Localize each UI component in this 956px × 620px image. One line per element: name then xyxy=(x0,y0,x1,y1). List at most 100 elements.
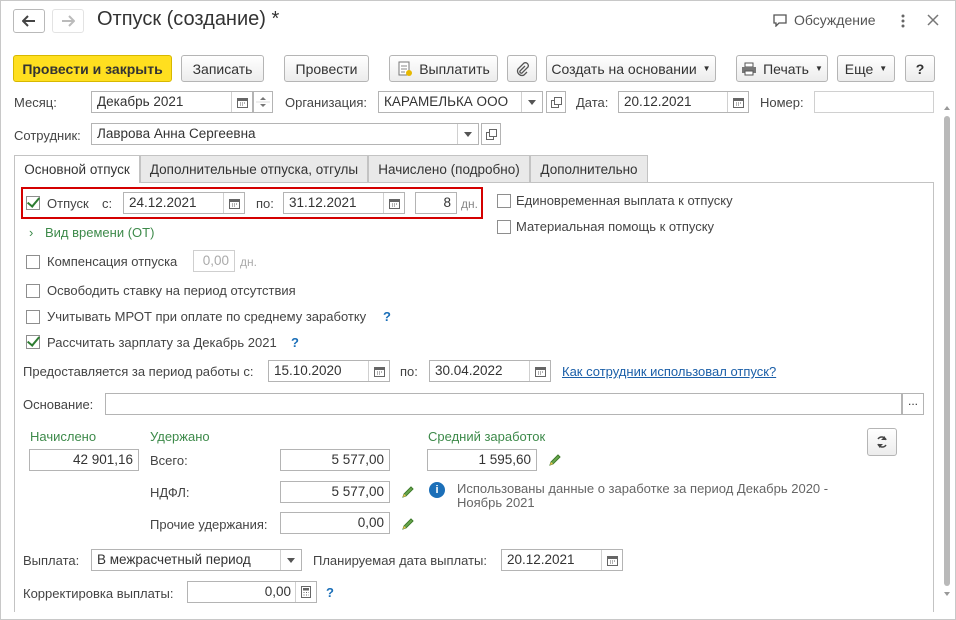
vacation-usage-link[interactable]: Как сотрудник использовал отпуск? xyxy=(562,364,776,379)
accrued-label: Начислено xyxy=(30,429,97,444)
planned-date-label: Планируемая дата выплаты: xyxy=(313,553,487,568)
month-value: Декабрь 2021 xyxy=(97,94,184,109)
correction-value: 0,00 xyxy=(264,584,291,599)
attach-button[interactable] xyxy=(507,55,537,82)
employee-value: Лаврова Анна Сергеевна xyxy=(97,126,256,141)
vacation-days-unit: дн. xyxy=(461,197,478,211)
print-button[interactable]: Печать ▼ xyxy=(736,55,828,82)
help-button[interactable]: ? xyxy=(905,55,935,82)
discussion-label: Обсуждение xyxy=(794,12,876,28)
pay-button[interactable]: Выплатить xyxy=(389,55,498,82)
mrot-checkbox[interactable] xyxy=(26,310,40,324)
work-period-to-field[interactable]: 30.04.2022 xyxy=(429,360,551,382)
open-icon xyxy=(485,128,497,140)
compensation-days-field[interactable]: 0,00 xyxy=(193,250,235,272)
correction-field[interactable]: 0,00 xyxy=(187,581,317,603)
tab-additional[interactable]: Дополнительно xyxy=(530,155,648,182)
pencil-edit-icon[interactable] xyxy=(401,517,415,531)
arrow-left-icon xyxy=(22,15,35,27)
create-based-on-button[interactable]: Создать на основании ▼ xyxy=(546,55,716,82)
tab-accrued-detailed[interactable]: Начислено (подробно) xyxy=(368,155,530,182)
post-and-close-button[interactable]: Провести и закрыть xyxy=(13,55,172,82)
more-label: Еще xyxy=(844,60,874,77)
compensation-checkbox[interactable] xyxy=(26,255,40,269)
work-period-from-field[interactable]: 15.10.2020 xyxy=(268,360,390,382)
calendar-icon[interactable] xyxy=(223,193,244,213)
calendar-icon[interactable] xyxy=(529,361,550,381)
basis-field[interactable] xyxy=(105,393,902,415)
vacation-days-field[interactable]: 8 xyxy=(415,192,457,214)
more-button[interactable]: Еще ▼ xyxy=(837,55,895,82)
work-period-to-label: по: xyxy=(400,364,418,379)
dropdown-arrow-icon[interactable] xyxy=(521,92,542,112)
month-field[interactable]: Декабрь 2021 xyxy=(91,91,253,113)
correction-label: Корректировка выплаты: xyxy=(23,586,174,601)
time-type-link: Вид времени (ОТ) xyxy=(45,225,155,240)
calendar-icon[interactable] xyxy=(383,193,404,213)
payment-field[interactable]: В межрасчетный период xyxy=(91,549,302,571)
close-icon[interactable] xyxy=(926,13,940,27)
more-menu-icon[interactable] xyxy=(899,13,907,29)
chevron-down-icon: ▼ xyxy=(814,64,823,73)
calc-salary-checkbox[interactable] xyxy=(26,335,40,349)
chat-icon xyxy=(773,14,787,27)
material-aid-checkbox[interactable] xyxy=(497,220,511,234)
ndfl-label: НДФЛ: xyxy=(150,485,190,500)
active-tab-joint xyxy=(15,181,139,183)
correction-help-icon[interactable]: ? xyxy=(326,585,334,600)
calculator-icon[interactable] xyxy=(295,582,316,602)
open-organization-button[interactable] xyxy=(546,91,566,113)
pencil-edit-icon[interactable] xyxy=(401,485,415,499)
employee-field[interactable]: Лаврова Анна Сергеевна xyxy=(91,123,479,145)
paperclip-icon xyxy=(516,61,529,76)
vacation-to-label: по: xyxy=(256,196,274,211)
organization-field[interactable]: КАРАМЕЛЬКА ООО xyxy=(378,91,543,113)
planned-date-value: 20.12.2021 xyxy=(507,552,575,567)
refresh-button[interactable] xyxy=(867,428,897,456)
post-button[interactable]: Провести xyxy=(284,55,369,82)
basis-more-button[interactable]: ... xyxy=(902,393,924,415)
calendar-icon[interactable] xyxy=(231,92,252,112)
lump-sum-checkbox[interactable] xyxy=(497,194,511,208)
ndfl-field: 5 577,00 xyxy=(280,481,390,503)
calendar-icon[interactable] xyxy=(368,361,389,381)
date-field[interactable]: 20.12.2021 xyxy=(618,91,749,113)
avg-earnings-field: 1 595,60 xyxy=(427,449,537,471)
calendar-icon[interactable] xyxy=(727,92,748,112)
dropdown-arrow-icon[interactable] xyxy=(457,124,478,144)
month-spinner[interactable] xyxy=(253,91,273,113)
save-button[interactable]: Записать xyxy=(181,55,264,82)
discussion-button[interactable]: Обсуждение xyxy=(772,12,876,28)
date-label: Дата: xyxy=(576,95,609,110)
back-button[interactable] xyxy=(13,9,45,33)
dropdown-arrow-icon[interactable] xyxy=(280,550,301,570)
calendar-icon[interactable] xyxy=(601,550,622,570)
mrot-help-icon[interactable]: ? xyxy=(383,309,391,324)
info-text-line2: Ноябрь 2021 xyxy=(457,495,535,510)
compensation-label: Компенсация отпуска xyxy=(47,254,178,269)
tab-additional-vacations[interactable]: Дополнительные отпуска, отгулы xyxy=(140,155,368,182)
number-field[interactable] xyxy=(814,91,934,113)
month-label: Месяц: xyxy=(14,95,57,110)
vacation-label: Отпуск xyxy=(47,196,89,211)
tab-main-vacation[interactable]: Основной отпуск xyxy=(14,155,140,183)
open-employee-button[interactable] xyxy=(481,123,501,145)
open-icon xyxy=(550,96,562,108)
vacation-from-field[interactable]: 24.12.2021 xyxy=(123,192,245,214)
pencil-edit-icon[interactable] xyxy=(548,453,562,467)
forward-button[interactable] xyxy=(52,9,84,33)
mrot-label: Учитывать МРОТ при оплате по среднему за… xyxy=(47,309,367,324)
page-title: Отпуск (создание) * xyxy=(97,8,280,30)
info-text-line1: Использованы данные о заработке за перио… xyxy=(457,481,829,496)
vertical-scrollbar[interactable] xyxy=(942,100,952,605)
avg-earnings-label: Средний заработок xyxy=(428,429,546,444)
pay-label: Выплатить xyxy=(419,60,490,77)
free-rate-checkbox[interactable] xyxy=(26,284,40,298)
planned-date-field[interactable]: 20.12.2021 xyxy=(501,549,623,571)
calc-salary-help-icon[interactable]: ? xyxy=(291,335,299,350)
vacation-checkbox[interactable] xyxy=(26,196,40,210)
vacation-to-field[interactable]: 31.12.2021 xyxy=(283,192,405,214)
arrow-right-icon xyxy=(62,15,75,27)
payment-label: Выплата: xyxy=(23,553,80,568)
time-type-toggle[interactable]: › Вид времени (ОТ) xyxy=(29,225,154,240)
